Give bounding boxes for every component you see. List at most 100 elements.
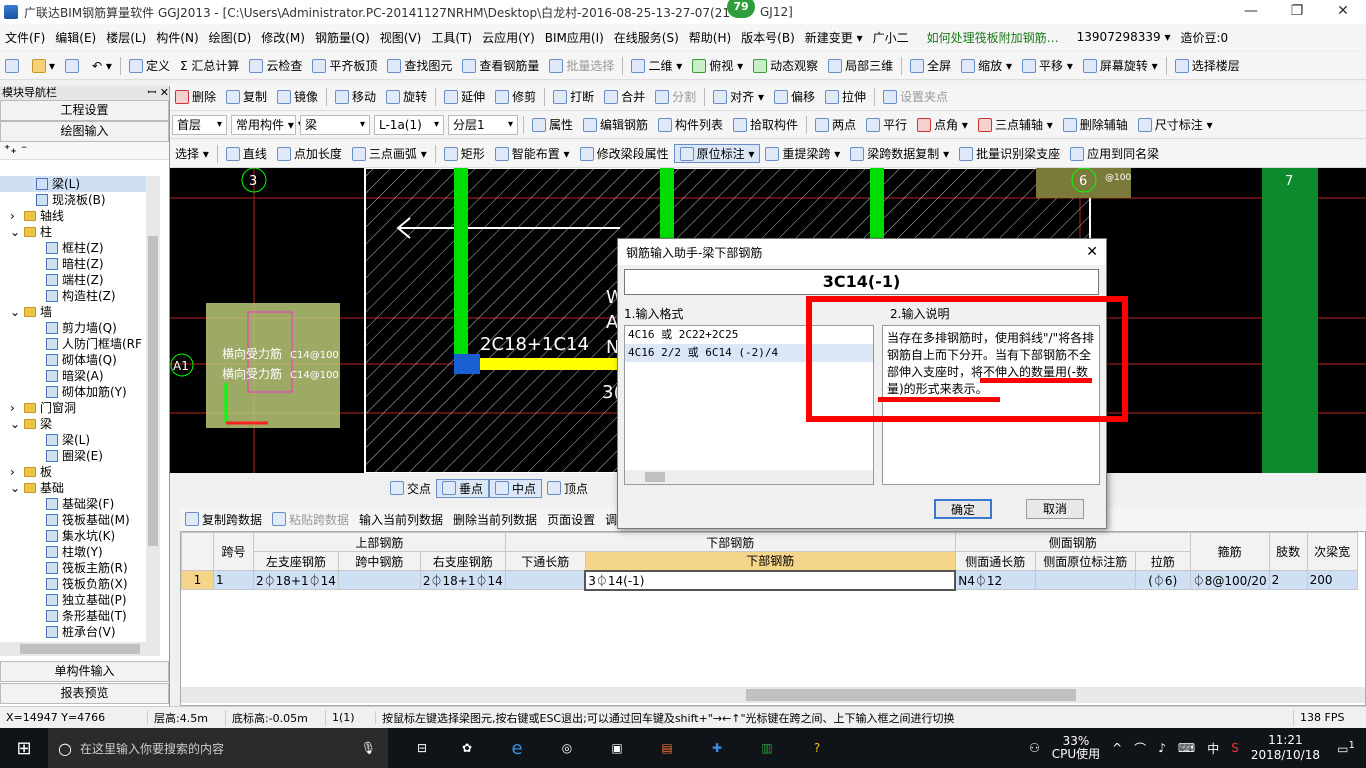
cell-secondary-width[interactable]: 200: [1306, 570, 1358, 590]
tree-item-beam[interactable]: 梁(L): [0, 432, 160, 448]
cell-span[interactable]: 1: [213, 570, 254, 590]
expand-arrow-icon[interactable]: ›: [10, 464, 24, 480]
format-list-scrollbar[interactable]: [625, 470, 873, 484]
three-point-arc-dropdown[interactable]: 三点画弧 ▾: [347, 145, 432, 162]
cell-bottom-through[interactable]: [504, 570, 586, 590]
two-point-button[interactable]: 两点: [810, 116, 861, 133]
menu-view[interactable]: 视图(V): [375, 29, 427, 46]
tree-item-construct-column[interactable]: 构造柱(Z): [0, 288, 160, 304]
maximize-button[interactable]: ❐: [1274, 0, 1320, 24]
delete-axis-button[interactable]: 删除辅轴: [1058, 116, 1133, 133]
batch-identify-support-button[interactable]: 批量识别梁支座: [954, 145, 1065, 162]
windows-start-icon[interactable]: ⊞: [0, 738, 48, 759]
tree-expand-collapse[interactable]: ⁺₊ ⁻: [0, 142, 169, 160]
cell-stirrup[interactable]: ⏀8@100/20: [1189, 570, 1270, 590]
cell-side-through[interactable]: N4⏀12: [954, 570, 1036, 590]
task-view-icon[interactable]: ⊟: [402, 741, 442, 755]
tree-item-end-column[interactable]: 端柱(Z): [0, 272, 160, 288]
cell-side-orig[interactable]: [1034, 570, 1136, 590]
tree-item-shear-wall[interactable]: 剪力墙(Q): [0, 320, 160, 336]
edit-rebar-button[interactable]: 编辑钢筋: [578, 116, 653, 133]
offset-button[interactable]: 偏移: [769, 88, 820, 105]
single-component-input-button[interactable]: 单构件输入: [0, 661, 169, 682]
page-setup-button[interactable]: 页面设置: [542, 511, 600, 528]
align-dropdown[interactable]: 对齐 ▾: [708, 88, 769, 105]
menu-account[interactable]: 13907298339 ▾: [1072, 30, 1176, 44]
new-file-icon[interactable]: [0, 58, 27, 73]
menu-tip-link[interactable]: 如何处理筏板附加钢筋…: [922, 29, 1064, 46]
delete-column-data-button[interactable]: 删除当前列数据: [448, 511, 542, 528]
taskbar-app-icon[interactable]: ✚: [692, 741, 742, 755]
menu-tools[interactable]: 工具(T): [426, 29, 477, 46]
cloud-check-button[interactable]: 云检查: [244, 57, 307, 74]
dynamic-view-button[interactable]: 动态观察: [748, 57, 823, 74]
2d-dropdown[interactable]: 二维 ▾: [626, 57, 687, 74]
batch-select-button[interactable]: 批量选择: [544, 57, 619, 74]
tree-item-raft-main-rebar[interactable]: 筏板主筋(R): [0, 560, 160, 576]
dialog-close-icon[interactable]: ✕: [1086, 244, 1098, 260]
in-situ-label-dropdown[interactable]: 原位标注 ▾: [673, 144, 761, 163]
menu-file[interactable]: 文件(F): [0, 29, 50, 46]
file-manager-icon[interactable]: ▣: [592, 741, 642, 755]
cell-right-support[interactable]: 2⏀18+1⏀14: [419, 570, 506, 590]
table-row[interactable]: 1 1 2⏀18+1⏀14 2⏀18+1⏀14 3⏀14(-1) N4⏀12 (…: [181, 569, 1358, 591]
tree-folder-foundation[interactable]: ⌄ 基础: [0, 480, 160, 496]
menu-modify[interactable]: 修改(M): [256, 29, 310, 46]
cell-legs[interactable]: 2: [1268, 570, 1308, 590]
delete-button[interactable]: 删除: [170, 88, 221, 105]
cell-bottom-rebar[interactable]: 3⏀14(-1): [584, 569, 957, 591]
microphone-icon[interactable]: 🎙: [361, 741, 376, 755]
select-dropdown[interactable]: 选择 ▾: [170, 145, 214, 162]
tree-folder-axis[interactable]: › 轴线: [0, 208, 160, 224]
pdf-app-icon[interactable]: ▤: [642, 741, 692, 755]
zoom-dropdown[interactable]: 缩放 ▾: [956, 57, 1017, 74]
tree-item-strip-footing[interactable]: 条形基础(T): [0, 608, 160, 624]
menu-floor[interactable]: 楼层(L): [101, 29, 151, 46]
tree-folder-wall[interactable]: ⌄ 墙: [0, 304, 160, 320]
tree-folder-openings[interactable]: › 门窗洞: [0, 400, 160, 416]
copy-span-data-button[interactable]: 复制跨数据: [180, 511, 267, 528]
cancel-button[interactable]: 取消: [1026, 499, 1084, 519]
ok-button[interactable]: 确定: [934, 499, 992, 519]
menu-online[interactable]: 在线服务(S): [609, 29, 684, 46]
top-view-dropdown[interactable]: 俯视 ▾: [687, 57, 748, 74]
view-rebar-button[interactable]: 查看钢筋量: [457, 57, 544, 74]
expand-arrow-icon[interactable]: ›: [10, 208, 24, 224]
grid-sub-bottom-rebar[interactable]: 下部钢筋: [584, 551, 956, 571]
snap-vertex[interactable]: 顶点: [542, 480, 593, 497]
menu-draw[interactable]: 绘图(D): [204, 29, 257, 46]
smart-layout-dropdown[interactable]: 智能布置 ▾: [490, 145, 575, 162]
tray-chevron-icon[interactable]: ^: [1106, 741, 1128, 755]
tree-item-pier[interactable]: 柱墩(Y): [0, 544, 160, 560]
stretch-button[interactable]: 拉伸: [820, 88, 871, 105]
tree-item-masonry-rebar[interactable]: 砌体加筋(Y): [0, 384, 160, 400]
floor-select[interactable]: 首层: [172, 114, 227, 135]
rectangle-button[interactable]: 矩形: [439, 145, 490, 162]
snap-intersection[interactable]: 交点: [385, 480, 436, 497]
drawing-input-button[interactable]: 绘图输入: [0, 121, 169, 142]
menu-rebar-qty[interactable]: 钢筋量(Q): [310, 29, 375, 46]
tree-horizontal-scrollbar[interactable]: [0, 642, 160, 656]
tree-folder-slab[interactable]: › 板: [0, 464, 160, 480]
select-floor-button[interactable]: 选择楼层: [1170, 57, 1245, 74]
report-preview-button[interactable]: 报表预览: [0, 683, 169, 704]
beam-grip[interactable]: [454, 354, 480, 374]
tree-item-pile-cap[interactable]: 桩承台(V): [0, 624, 160, 640]
ggj-app-icon[interactable]: ▥: [742, 741, 792, 755]
parallel-button[interactable]: 平行: [861, 116, 912, 133]
component-name-select[interactable]: L-1a(1): [374, 114, 444, 135]
rotate-button[interactable]: 旋转: [381, 88, 432, 105]
tree-item-hidden-column[interactable]: 暗柱(Z): [0, 256, 160, 272]
save-icon[interactable]: [60, 58, 87, 73]
tree-item-sump[interactable]: 集水坑(K): [0, 528, 160, 544]
score-badge[interactable]: 79: [727, 0, 755, 18]
tree-item-beam-selected[interactable]: 梁(L): [0, 176, 160, 192]
define-button[interactable]: 定义: [124, 57, 175, 74]
modify-span-props-button[interactable]: 修改梁段属性: [575, 145, 674, 162]
undo-icon[interactable]: ↶ ▾: [87, 59, 117, 73]
tree-item-slab[interactable]: 现浇板(B): [0, 192, 160, 208]
cell-midspan[interactable]: [337, 570, 421, 590]
align-slab-button[interactable]: 平齐板顶: [307, 57, 382, 74]
grid-horizontal-scrollbar[interactable]: [181, 687, 1365, 703]
merge-button[interactable]: 合并: [599, 88, 650, 105]
